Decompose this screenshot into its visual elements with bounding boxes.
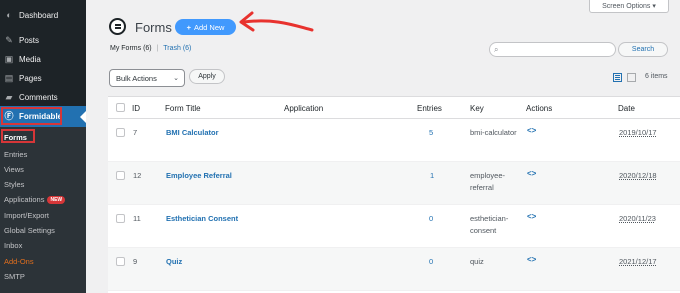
sidebar-item-label: Posts (19, 36, 40, 45)
embed-code-icon[interactable]: <> (527, 126, 536, 135)
screen-options-button[interactable]: Screen Options ▾ (589, 0, 669, 13)
search-button[interactable]: Search (618, 42, 668, 57)
table-row: 7 BMI Calculator 5 bmi-calculator <> 201… (108, 119, 680, 162)
row-key: esthetician-consent (470, 214, 509, 235)
sidebar-item-formidable[interactable]: Ⓕ Formidable (0, 106, 86, 127)
row-id: 7 (133, 128, 138, 137)
row-id: 12 (133, 171, 142, 180)
embed-code-icon[interactable]: <> (527, 255, 536, 264)
sidebar-item-comments[interactable]: ▰ Comments (0, 88, 86, 107)
column-date[interactable]: Date (618, 104, 635, 113)
sidebar-item-pages[interactable]: ▤ Pages (0, 69, 86, 88)
sidebar-item-label: Dashboard (19, 11, 59, 20)
row-entries-link[interactable]: 0 (429, 214, 433, 223)
row-date: 2020/11/23 (619, 214, 656, 223)
table-row: 12 Employee Referral 1 employee-referral… (108, 162, 680, 205)
filter-trash[interactable]: Trash (6) (163, 45, 191, 52)
row-form-title-link[interactable]: Esthetician Consent (166, 214, 238, 223)
row-key: bmi-calculator (470, 128, 517, 137)
chevron-down-icon: ⌄ (173, 75, 179, 82)
list-view-icon[interactable] (613, 73, 622, 82)
row-checkbox[interactable] (116, 128, 125, 137)
sidebar-item-media[interactable]: ▣ Media (0, 50, 86, 69)
page-title: Forms (135, 20, 172, 35)
add-new-button[interactable]: + Add New (175, 19, 236, 35)
items-count: 6 items (645, 73, 668, 80)
dashboard-icon: ◐ (6, 10, 12, 20)
filter-separator: | (156, 45, 159, 52)
column-actions: Actions (526, 104, 553, 113)
column-entries: Entries (417, 104, 442, 113)
submenu-item-add-ons[interactable]: Add-Ons (4, 257, 34, 266)
row-form-title-link[interactable]: Employee Referral (166, 171, 232, 180)
admin-sidebar: ◐ Dashboard ✎ Posts ▣ Media ▤ Pages ▰ Co… (0, 0, 86, 293)
row-form-title-link[interactable]: BMI Calculator (166, 128, 219, 137)
sidebar-item-posts[interactable]: ✎ Posts (0, 31, 86, 50)
sidebar-item-label: Media (19, 55, 41, 64)
row-checkbox[interactable] (116, 257, 125, 266)
search-input[interactable]: ⌕ (489, 42, 616, 57)
row-entries-link[interactable]: 0 (429, 257, 433, 266)
row-form-title-link[interactable]: Quiz (166, 257, 182, 266)
comments-icon: ▰ (5, 92, 13, 102)
row-entries-link[interactable]: 5 (429, 128, 433, 137)
search-icon: ⌕ (494, 45, 499, 54)
submenu-item-entries[interactable]: Entries (4, 150, 27, 159)
media-icon: ▣ (4, 54, 14, 64)
formidable-icon: Ⓕ (4, 111, 14, 121)
excerpt-view-icon[interactable] (627, 73, 636, 82)
column-id[interactable]: ID (132, 104, 140, 113)
column-form-title[interactable]: Form Title (165, 104, 201, 113)
annotation-arrow-icon (239, 11, 314, 32)
row-key: employee-referral (470, 171, 506, 192)
submenu-item-styles[interactable]: Styles (4, 180, 24, 189)
row-date: 2019/10/17 (619, 128, 657, 137)
form-status-filters: My Forms (6) | Trash (6) (110, 45, 191, 52)
submenu-item-applications[interactable]: Applications NEW (4, 195, 66, 205)
apply-button[interactable]: Apply (189, 69, 225, 84)
forms-table: ID Form Title Application Entries Key Ac… (108, 96, 680, 293)
column-key: Key (470, 104, 484, 113)
row-key: quiz (470, 257, 484, 266)
new-badge: NEW (47, 196, 66, 205)
select-all-checkbox[interactable] (116, 103, 125, 112)
table-row: 9 Quiz 0 quiz <> 2021/12/17 (108, 248, 680, 291)
submenu-item-views[interactable]: Views (4, 165, 24, 174)
filter-my-forms[interactable]: My Forms (6) (110, 45, 152, 52)
embed-code-icon[interactable]: <> (527, 169, 536, 178)
sidebar-item-label: Comments (19, 93, 58, 102)
pages-icon: ▤ (4, 73, 14, 83)
submenu-item-inbox[interactable]: Inbox (4, 241, 22, 250)
submenu-item-forms[interactable]: Forms (4, 133, 27, 142)
column-application: Application (284, 104, 324, 113)
table-header: ID Form Title Application Entries Key Ac… (108, 97, 680, 119)
row-id: 9 (133, 257, 138, 266)
submenu-item-global-settings[interactable]: Global Settings (4, 226, 55, 235)
row-id: 11 (133, 214, 141, 223)
row-date: 2021/12/17 (619, 257, 657, 266)
embed-code-icon[interactable]: <> (527, 212, 536, 221)
submenu-item-import-export[interactable]: Import/Export (4, 211, 49, 220)
current-menu-pointer (80, 111, 86, 123)
bulk-actions-select[interactable]: Bulk Actions ⌄ (109, 69, 185, 87)
sidebar-item-dashboard[interactable]: ◐ Dashboard (0, 6, 86, 25)
formidable-submenu: Forms Entries Views Styles Applications N… (0, 127, 86, 293)
row-date: 2020/12/18 (619, 171, 657, 180)
pushpin-icon: ✎ (5, 35, 13, 45)
table-row: 11 Esthetician Consent 0 esthetician-con… (108, 205, 680, 248)
plus-icon: + (186, 22, 191, 32)
row-checkbox[interactable] (116, 214, 125, 223)
formidable-logo-icon (109, 18, 126, 35)
submenu-item-smtp[interactable]: SMTP (4, 272, 25, 281)
sidebar-item-label: Pages (19, 74, 42, 83)
sidebar-item-label: Formidable (19, 112, 63, 121)
row-checkbox[interactable] (116, 171, 125, 180)
row-entries-link[interactable]: 1 (430, 171, 434, 180)
